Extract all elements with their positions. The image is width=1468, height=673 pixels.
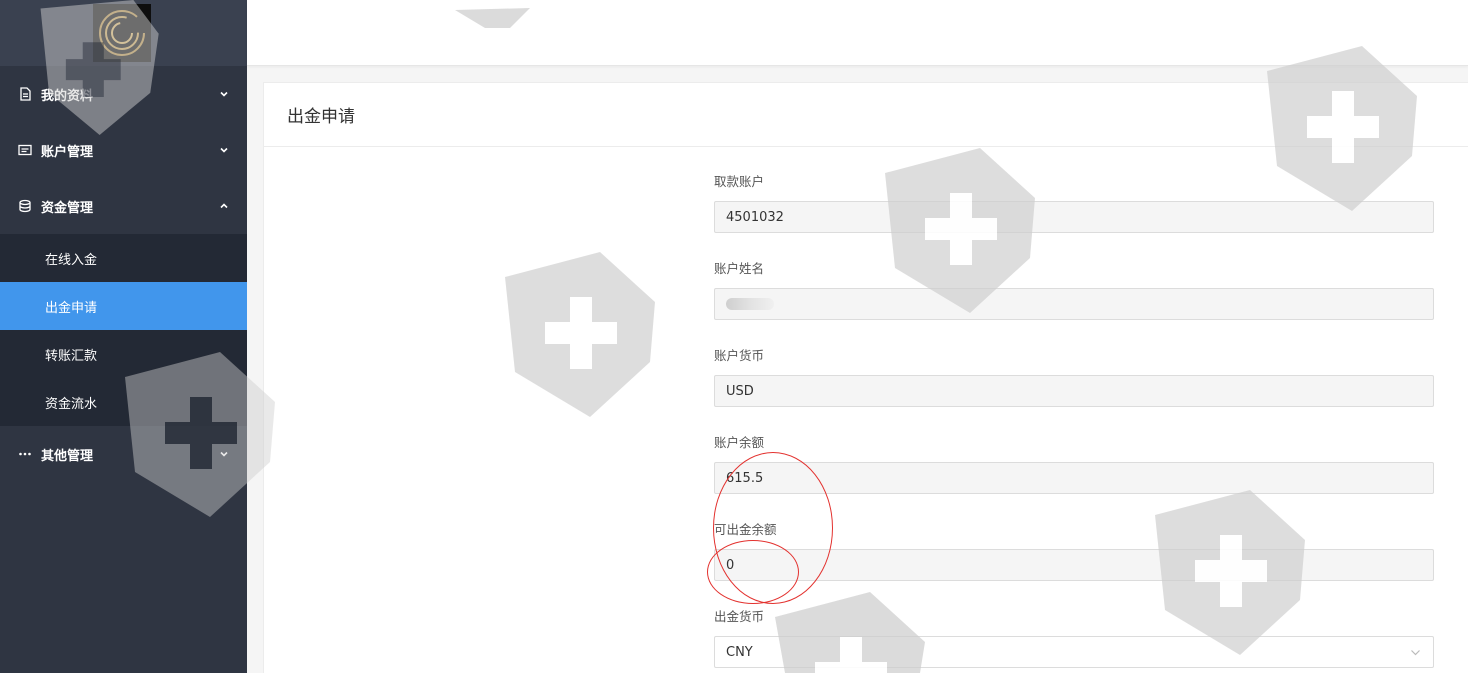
sidebar-item-label: 其他管理 xyxy=(41,448,94,464)
sidebar-item-accounts[interactable]: 账户管理 xyxy=(0,122,247,178)
name-field: 账户姓名 xyxy=(714,258,1434,320)
page-title: 出金申请 xyxy=(264,83,1468,147)
sidebar-item-label: 账户管理 xyxy=(41,144,94,160)
currency-input[interactable]: USD xyxy=(714,375,1434,407)
sidebar-menu: 我的资料 账户管理 资金管理 在线入金 出金申请 转账汇款 资金流水 其他管理 xyxy=(0,66,247,482)
sidebar-item-label: 我的资料 xyxy=(41,88,94,104)
sidebar: 我的资料 账户管理 资金管理 在线入金 出金申请 转账汇款 资金流水 其他管理 xyxy=(0,0,247,673)
sidebar-item-other[interactable]: 其他管理 xyxy=(0,426,247,482)
top-header xyxy=(247,0,1468,66)
withdrawable-field: 可出金余额 0 xyxy=(714,519,1434,581)
funds-submenu: 在线入金 出金申请 转账汇款 资金流水 xyxy=(0,234,247,426)
name-label: 账户姓名 xyxy=(714,261,765,276)
sidebar-item-profile[interactable]: 我的资料 xyxy=(0,66,247,122)
database-icon xyxy=(18,199,32,213)
balance-field: 账户余额 615.5 xyxy=(714,432,1434,494)
withdraw-currency-select[interactable]: CNY xyxy=(714,636,1434,668)
sidebar-item-transfer[interactable]: 转账汇款 xyxy=(0,330,247,378)
logo-area xyxy=(0,0,247,66)
withdraw-currency-value: CNY xyxy=(726,644,753,660)
account-label: 取款账户 xyxy=(714,174,765,189)
withdraw-card: 出金申请 取款账户 4501032 账户姓名 账户货币 USD 账户余额 615… xyxy=(263,82,1468,673)
chevron-down-icon xyxy=(219,449,229,459)
chevron-down-icon xyxy=(219,89,229,99)
account-input[interactable]: 4501032 xyxy=(714,201,1434,233)
chevron-up-icon xyxy=(219,201,229,211)
balance-label: 账户余额 xyxy=(714,435,765,450)
name-input[interactable] xyxy=(714,288,1434,320)
withdrawable-label: 可出金余额 xyxy=(714,522,777,537)
account-field: 取款账户 4501032 xyxy=(714,171,1434,233)
sidebar-item-funds[interactable]: 资金管理 xyxy=(0,178,247,234)
card-icon xyxy=(18,143,32,157)
sidebar-item-online-deposit[interactable]: 在线入金 xyxy=(0,234,247,282)
withdraw-currency-label: 出金货币 xyxy=(714,609,765,624)
sidebar-item-fund-flow[interactable]: 资金流水 xyxy=(0,378,247,426)
document-icon xyxy=(18,87,32,101)
more-icon xyxy=(18,447,32,461)
sidebar-item-withdraw-request[interactable]: 出金申请 xyxy=(0,282,247,330)
brand-logo[interactable] xyxy=(93,4,151,62)
chevron-down-icon xyxy=(219,145,229,155)
withdrawable-input[interactable]: 0 xyxy=(714,549,1434,581)
withdraw-currency-field: 出金货币 CNY xyxy=(714,606,1434,668)
balance-input[interactable]: 615.5 xyxy=(714,462,1434,494)
currency-label: 账户货币 xyxy=(714,348,765,363)
sidebar-item-label: 资金管理 xyxy=(41,200,94,216)
redacted-name xyxy=(726,298,774,310)
chevron-down-icon xyxy=(1410,647,1421,658)
currency-field: 账户货币 USD xyxy=(714,345,1434,407)
